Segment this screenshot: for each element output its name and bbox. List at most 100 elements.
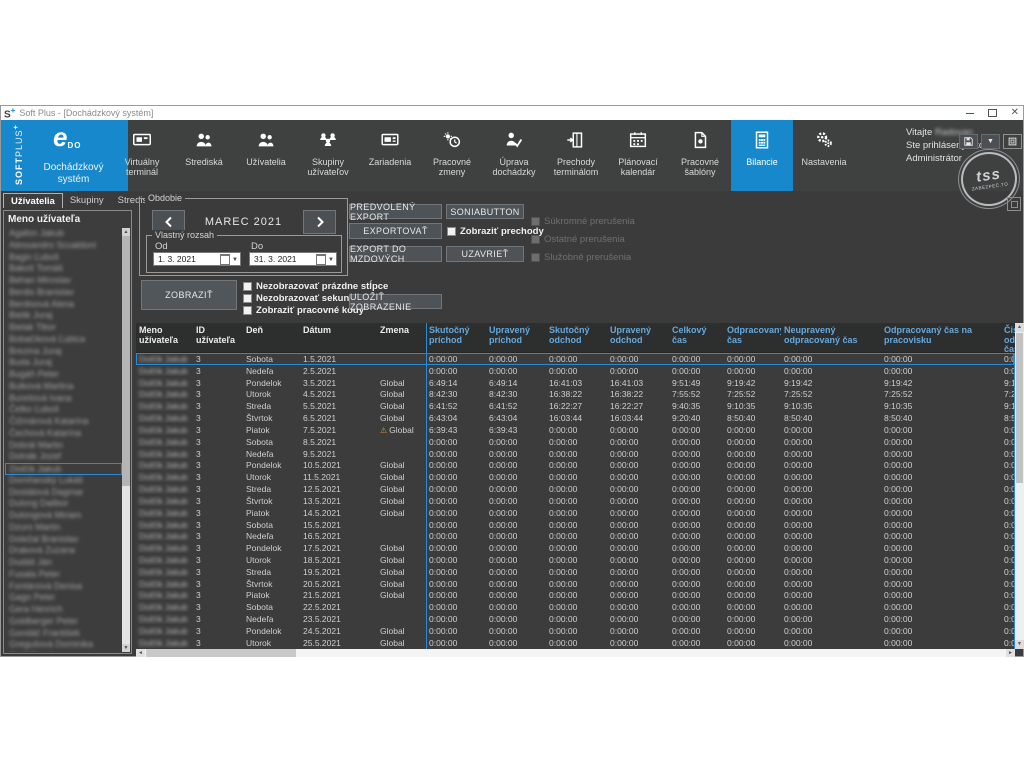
checkbox-icon[interactable] — [243, 282, 252, 291]
column-header[interactable]: Neupravený odpracovaný čas — [781, 323, 881, 352]
user-list-item[interactable]: Domňanský Lukáš — [5, 475, 122, 487]
user-list-item[interactable]: Dolnák Jozef — [5, 451, 122, 463]
user-list-item[interactable]: Čižmárová Katarína — [5, 416, 122, 428]
table-row[interactable]: Dolčík Jakub3Sobota22.5.20210:00:000:00:… — [136, 601, 1014, 613]
table-row[interactable]: Dolčík Jakub3Nedeľa9.5.20210:00:000:00:0… — [136, 448, 1014, 460]
user-list-item[interactable]: Gondáč František — [5, 628, 122, 640]
column-header[interactable]: Skutočný príchod — [426, 323, 486, 352]
exportovat-button[interactable]: EXPORTOVAŤ — [349, 223, 442, 239]
ostatne-prerusenia-checkbox[interactable]: Ostatné prerušenia — [531, 234, 625, 245]
soniabutton-button[interactable]: SONIABUTTON — [446, 204, 524, 219]
minimize-button[interactable] — [966, 113, 974, 114]
nav-strediska[interactable]: Strediská — [173, 120, 235, 191]
user-list-item[interactable]: Berdisová Alena — [5, 299, 122, 311]
table-row[interactable]: Dolčík Jakub3Pondelok10.5.2021Global0:00… — [136, 459, 1014, 471]
nav-uprava-dochadzky[interactable]: Úprava dochádzky — [483, 120, 545, 191]
nav-zariadenia[interactable]: Zariadenia — [359, 120, 421, 191]
date-from-input[interactable]: 1. 3. 2021 ▼ — [153, 252, 241, 266]
user-list-item[interactable]: Alessandro Scualdoni — [5, 240, 122, 252]
nav-prechody-terminalom[interactable]: Prechody terminálom — [545, 120, 607, 191]
date-dropdown-icon[interactable]: ▼ — [232, 257, 238, 263]
scroll-up-icon[interactable]: ▲ — [1015, 323, 1024, 332]
close-button[interactable]: ✕ — [1011, 108, 1019, 118]
user-list-item[interactable]: Gregušová Dominika — [5, 639, 122, 651]
scroll-left-icon[interactable]: ◄ — [136, 649, 145, 657]
scroll-down-icon[interactable]: ▼ — [1015, 640, 1024, 649]
uzavriet-button[interactable]: UZAVRIEŤ — [446, 246, 524, 262]
table-row[interactable]: Dolčík Jakub3Pondelok3.5.2021Global6:49:… — [136, 377, 1014, 389]
table-horizontal-scrollbar[interactable]: ◄ ► — [136, 649, 1015, 657]
user-list-item[interactable]: Berdis Branislav — [5, 287, 122, 299]
save-icon[interactable] — [959, 134, 978, 149]
column-header[interactable]: Zmena — [377, 323, 426, 352]
user-list-item[interactable]: Bielik Juraj — [5, 310, 122, 322]
date-to-input[interactable]: 31. 3. 2021 ▼ — [249, 252, 337, 266]
table-row[interactable]: Dolčík Jakub3Štvrtok20.5.2021Global0:00:… — [136, 578, 1014, 590]
user-list-item[interactable]: Bielak Tibor — [5, 322, 122, 334]
table-row[interactable]: Dolčík Jakub3Pondelok17.5.2021Global0:00… — [136, 542, 1014, 554]
table-row[interactable]: Dolčík Jakub3Sobota1.5.20210:00:000:00:0… — [136, 353, 1014, 365]
zobrazit-button[interactable]: ZOBRAZIŤ — [141, 280, 237, 310]
table-row[interactable]: Dolčík Jakub3Piatok7.5.2021⚠Global6:39:4… — [136, 424, 1014, 436]
user-list-item[interactable]: Dostálová Dagmar — [5, 487, 122, 499]
table-vertical-scrollbar[interactable]: ▲ ▼ — [1015, 323, 1024, 649]
user-list-item[interactable]: Agafon Jakub — [5, 228, 122, 240]
nav-bilancie[interactable]: Bilancie — [731, 120, 793, 191]
export-do-mzdovych-button[interactable]: EXPORT DO MZDOVÝCH — [349, 246, 442, 262]
table-row[interactable]: Dolčík Jakub3Nedeľa2.5.20210:00:000:00:0… — [136, 365, 1014, 377]
popout-icon[interactable] — [1003, 134, 1022, 149]
nav-planovaci-kalendar[interactable]: Plánovací kalendár — [607, 120, 669, 191]
scroll-up-icon[interactable]: ▲ — [122, 228, 130, 236]
user-list-item[interactable]: Brezina Juraj — [5, 346, 122, 358]
user-list-item[interactable]: Fusala Peter — [5, 569, 122, 581]
table-row[interactable]: Dolčík Jakub3Utorok18.5.2021Global0:00:0… — [136, 554, 1014, 566]
table-row[interactable]: Dolčík Jakub3Štvrtok13.5.2021Global0:00:… — [136, 495, 1014, 507]
user-list-item[interactable]: Dulongová Miriam — [5, 510, 122, 522]
column-header[interactable]: Odpracovaný čas na pracovisku — [881, 323, 1001, 352]
table-row[interactable]: Dolčík Jakub3Utorok4.5.2021Global8:42:30… — [136, 388, 1014, 400]
zobrazit-pracovne-kody-checkbox[interactable]: Zobraziť pracovné kódy — [243, 305, 364, 316]
user-list-item[interactable]: Goldberger Peter — [5, 616, 122, 628]
user-list-item[interactable]: Doležal Branislav — [5, 534, 122, 546]
user-list-item[interactable]: Bagin Ľuboš — [5, 252, 122, 264]
user-list-item[interactable]: Bugáň Peter — [5, 369, 122, 381]
user-list-item[interactable]: Draková Zuzana — [5, 545, 122, 557]
nav-virtualny-terminal[interactable]: Virtuálny terminál — [111, 120, 173, 191]
user-list-item[interactable]: Bulková Martina — [5, 381, 122, 393]
table-row[interactable]: Dolčík Jakub3Nedeľa16.5.20210:00:000:00:… — [136, 530, 1014, 542]
next-month-button[interactable] — [303, 210, 336, 234]
sluzobne-prerusenia-checkbox[interactable]: Služobné prerušenia — [531, 252, 631, 263]
checkbox-icon[interactable] — [243, 294, 252, 303]
table-row[interactable]: Dolčík Jakub3Nedeľa23.5.20210:00:000:00:… — [136, 613, 1014, 625]
checkbox-icon[interactable] — [243, 306, 252, 315]
user-list-item[interactable]: Gera Henrich — [5, 604, 122, 616]
column-header[interactable]: Meno užívateľa — [136, 323, 193, 352]
tab-uzivatelia[interactable]: Užívatelia — [3, 193, 63, 208]
checkbox-icon[interactable] — [447, 227, 456, 236]
table-row[interactable]: Dolčík Jakub3Pondelok24.5.2021Global0:00… — [136, 625, 1014, 637]
column-header[interactable]: ID užívateľa — [193, 323, 243, 352]
table-row[interactable]: Dolčík Jakub3Sobota15.5.20210:00:000:00:… — [136, 519, 1014, 531]
user-list-item[interactable]: Dobrál Martin — [5, 440, 122, 452]
column-header[interactable]: Skutočný odchod — [546, 323, 607, 352]
ulozit-zobrazenie-button[interactable]: ULOŽIŤ ZOBRAZENIE — [349, 294, 442, 309]
date-dropdown-icon[interactable]: ▼ — [328, 257, 334, 263]
user-list-item[interactable]: Dudáš Ján — [5, 557, 122, 569]
user-list-item[interactable]: Čechová Katarína — [5, 428, 122, 440]
table-row[interactable]: Dolčík Jakub3Piatok14.5.2021Global0:00:0… — [136, 507, 1014, 519]
column-header[interactable]: Deň — [243, 323, 300, 352]
nezobrazovat-sekundy-checkbox[interactable]: Nezobrazovať sekundy — [243, 293, 360, 304]
user-list-scrollbar[interactable]: ▲ ▼ — [122, 228, 130, 652]
user-list-item[interactable]: Grell Pavel — [5, 651, 122, 652]
column-header[interactable]: Dátum — [300, 323, 377, 352]
table-row[interactable]: Dolčík Jakub3Streda19.5.2021Global0:00:0… — [136, 566, 1014, 578]
column-header[interactable]: Celkový čas — [669, 323, 724, 352]
table-row[interactable]: Dolčík Jakub3Piatok21.5.2021Global0:00:0… — [136, 590, 1014, 602]
panel-expand-icon[interactable] — [1007, 197, 1021, 211]
maximize-button[interactable] — [988, 109, 997, 117]
column-header[interactable]: Odpracovaný čas — [724, 323, 781, 352]
user-list-item[interactable]: Gago Peter — [5, 592, 122, 604]
scroll-down-icon[interactable]: ▼ — [122, 644, 130, 652]
predvoleny-export-button[interactable]: PREDVOLENÝ EXPORT — [349, 204, 442, 219]
user-list-item[interactable]: Bakoš Tomáš — [5, 263, 122, 275]
